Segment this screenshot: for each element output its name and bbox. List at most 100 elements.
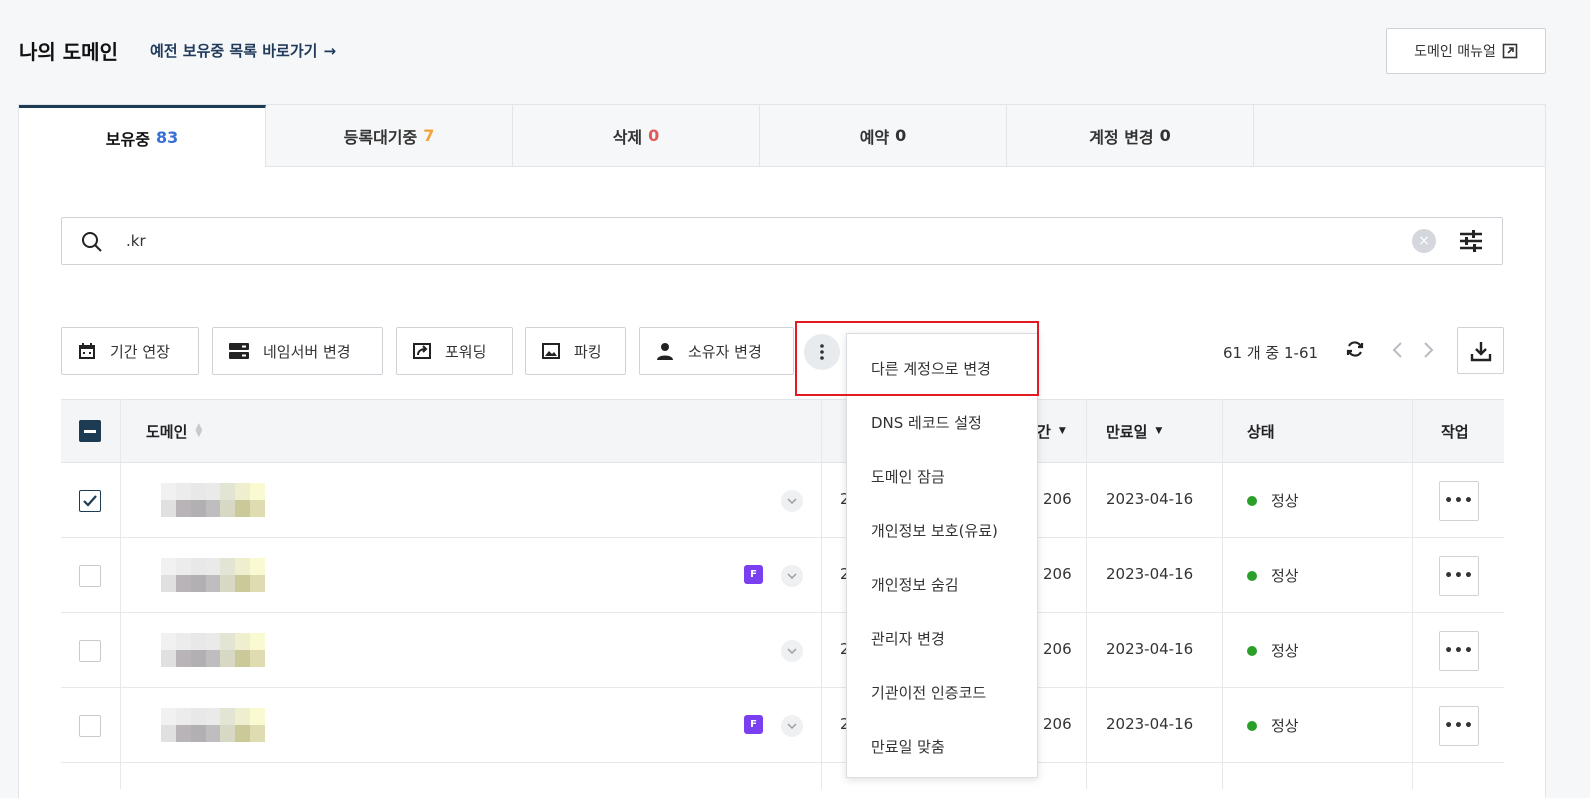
clear-search-icon[interactable]: × [1412,229,1436,253]
status-dot [1247,720,1257,731]
row-actions-button[interactable]: ••• [1439,706,1479,746]
forwarding-button[interactable]: 포워딩 [396,327,513,375]
status-badge: 정상 [1247,715,1299,736]
menu-item-dns-records[interactable]: DNS 레코드 설정 [871,412,982,433]
row-checkbox[interactable] [79,490,101,512]
sort-desc-icon: ▼ [1058,425,1066,436]
tab-label: 예약 [859,127,890,147]
table-row: F 2 206 2023-04-16 정상 ••• [61,538,1504,613]
tab-deleted[interactable]: 삭제 0 [513,105,760,167]
tab-count: 7 [423,126,435,145]
tab-label: 보유중 [105,129,150,149]
menu-item-transfer-auth-code[interactable]: 기관이전 인증코드 [871,682,986,703]
tab-bar: 보유중 83 등록대기중 7 삭제 0 예약 0 계정 변경 0 [19,105,1545,167]
period-value: 206 [1043,490,1072,508]
expiry-header-label: 만료일 [1106,422,1148,441]
status-label: 정상 [1271,567,1299,585]
status-dot [1247,495,1257,506]
period-column-header[interactable]: 간 ▼ [1037,400,1066,462]
filter-settings-icon[interactable] [1458,228,1484,254]
external-link-icon [1502,43,1518,59]
chevron-right-icon[interactable] [1421,341,1435,359]
tab-count: 0 [648,126,660,145]
period-value: 206 [1043,715,1072,733]
download-button[interactable] [1457,327,1504,374]
menu-item-align-expiry[interactable]: 만료일 맞춤 [871,736,945,757]
check-icon [83,495,97,507]
row-actions-button[interactable]: ••• [1439,631,1479,671]
extend-period-button[interactable]: 기간 연장 [61,327,199,375]
select-all-checkbox[interactable] [79,420,101,442]
table-row: F 2 206 2023-04-16 정상 ••• [61,688,1504,763]
arrow-right-icon: → [323,42,337,60]
more-actions-menu: 다른 계정으로 변경 DNS 레코드 설정 도메인 잠금 개인정보 보호(유료)… [846,333,1038,778]
blurred-domain-name [161,708,265,742]
old-list-link[interactable]: 예전 보유중 목록 바로가기 → [150,40,336,61]
expiry-date: 2023-04-16 [1106,715,1194,733]
row-checkbox[interactable] [79,640,101,662]
owner-change-button[interactable]: 소유자 변경 [639,327,794,375]
domain-header-label: 도메인 [146,422,188,441]
status-badge: 정상 [1247,565,1299,586]
owner-change-label: 소유자 변경 [688,342,762,361]
row-checkbox[interactable] [79,715,101,737]
tab-label: 등록대기중 [343,127,418,147]
search-icon [82,232,102,252]
status-label: 정상 [1271,492,1299,510]
menu-item-privacy-protection[interactable]: 개인정보 보호(유료) [871,520,998,541]
expand-row-button[interactable] [781,565,803,587]
page-header: 나의 도메인 예전 보유중 목록 바로가기 → [19,36,336,65]
column-divider [1222,399,1223,789]
status-badge: 정상 [1247,490,1299,511]
domain-manual-button[interactable]: 도메인 매뉴얼 [1386,28,1546,74]
period-value: 206 [1043,640,1072,658]
row-actions-button[interactable]: ••• [1439,481,1479,521]
status-column-header: 상태 [1247,400,1275,462]
expand-row-button[interactable] [781,490,803,512]
expand-row-button[interactable] [781,715,803,737]
search-input[interactable]: .kr [126,232,146,250]
parking-button[interactable]: 파킹 [525,327,626,375]
expiry-date: 2023-04-16 [1106,490,1194,508]
tab-pending[interactable]: 등록대기중 7 [266,105,513,167]
domain-column-header[interactable]: 도메인 ▲ ▼ [146,400,202,462]
tab-owned[interactable]: 보유중 83 [19,105,266,167]
expiry-date: 2023-04-16 [1106,640,1194,658]
calendar-icon [79,343,95,359]
image-icon [542,343,560,359]
chevron-left-icon[interactable] [1391,341,1405,359]
column-divider [1086,399,1087,789]
tab-reserved[interactable]: 예약 0 [760,105,1007,167]
blurred-domain-name [161,558,265,592]
forwarding-badge: F [744,715,763,734]
menu-item-change-admin[interactable]: 관리자 변경 [871,628,945,649]
sort-desc-icon: ▼ [1155,425,1163,436]
person-icon [657,343,673,360]
row-actions-button[interactable]: ••• [1439,556,1479,596]
highlight-box [795,321,1039,396]
refresh-icon[interactable] [1345,339,1365,359]
blurred-domain-name [161,633,265,667]
tab-bar-filler [1254,105,1545,167]
job-header-label: 작업 [1441,422,1469,441]
menu-item-domain-lock[interactable]: 도메인 잠금 [871,466,945,487]
expand-row-button[interactable] [781,640,803,662]
status-label: 정상 [1271,642,1299,660]
expiry-column-header[interactable]: 만료일 ▼ [1106,400,1162,462]
status-dot [1247,645,1257,656]
chevron-down-icon [787,573,797,579]
forwarding-label: 포워딩 [445,342,487,361]
download-icon [1470,341,1491,361]
row-checkbox[interactable] [79,565,101,587]
extend-period-label: 기간 연장 [110,342,170,361]
table-row: 2 206 2023-04-16 정상 ••• [61,613,1504,688]
column-divider [821,399,822,789]
tab-account-change[interactable]: 계정 변경 0 [1007,105,1254,167]
menu-item-hide-personal-info[interactable]: 개인정보 숨김 [871,574,959,595]
expiry-date: 2023-04-16 [1106,565,1194,583]
nameserver-change-button[interactable]: 네임서버 변경 [212,327,383,375]
sort-icon: ▲ ▼ [195,422,203,439]
tab-count: 83 [155,128,179,147]
chevron-down-icon [787,723,797,729]
status-dot [1247,570,1257,581]
